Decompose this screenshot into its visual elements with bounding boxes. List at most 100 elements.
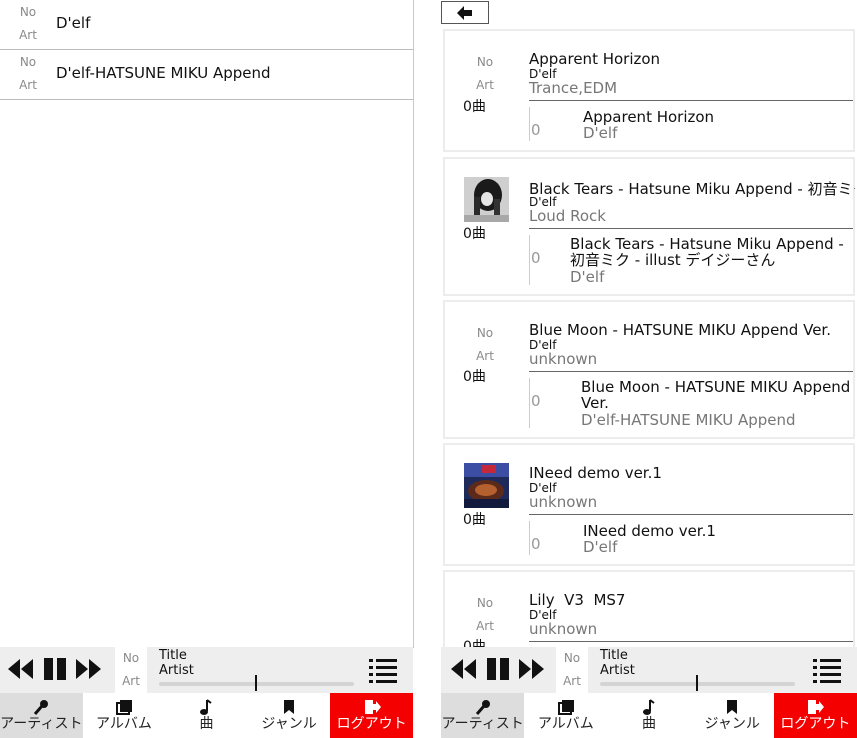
bottom-nav: アーティスト アルバム 曲 ジャンル ログアウト: [0, 693, 413, 738]
now-playing-artist: Artist: [600, 663, 635, 678]
album-separator: [529, 100, 853, 101]
now-playing-title: Title: [600, 648, 628, 663]
back-button[interactable]: [441, 1, 489, 24]
nav-song-label: 曲: [642, 716, 656, 732]
now-playing-no-art: No Art: [556, 647, 588, 693]
no-art-placeholder: No Art: [19, 55, 37, 92]
album-card[interactable]: 0曲 Black Tears - Hatsune Miku Append - 初…: [443, 157, 855, 296]
track-artist: D'elf: [583, 124, 618, 142]
nav-genre-label: ジャンル: [261, 716, 317, 732]
logout-button[interactable]: ログアウト: [773, 693, 857, 738]
nav-genre-label: ジャンル: [704, 716, 760, 732]
logout-label: ログアウト: [780, 716, 851, 732]
logout-button[interactable]: ログアウト: [330, 693, 413, 738]
album-title: INeed demo ver.1: [529, 464, 662, 482]
song-count: 0曲: [463, 226, 486, 242]
music-note-icon: [200, 699, 213, 715]
artist-name: D'elf: [56, 14, 91, 32]
seek-bar[interactable]: [600, 675, 795, 691]
track-divider: [529, 107, 530, 141]
album-card[interactable]: No Art 0曲 Apparent Horizon D'elf Trance,E…: [443, 29, 855, 152]
song-count: 0曲: [463, 99, 486, 115]
seek-thumb[interactable]: [254, 675, 257, 691]
track-artist: D'elf-HATSUNE MIKU Append: [581, 411, 796, 429]
pause-icon[interactable]: [42, 657, 68, 681]
fast-forward-icon[interactable]: [518, 657, 546, 681]
microphone-icon: [475, 700, 490, 715]
nav-album-label: アルバム: [537, 716, 594, 732]
album-genre: Loud Rock: [529, 207, 606, 225]
artist-name: D'elf-HATSUNE MIKU Append: [56, 64, 271, 82]
track-artist: D'elf: [583, 538, 618, 556]
track-title[interactable]: Black Tears - Hatsune Miku Append - 初音ミク …: [570, 236, 844, 268]
no-art-placeholder: No Art: [19, 5, 37, 42]
nav-genre-tab[interactable]: ジャンル: [248, 693, 331, 738]
nav-artist-tab[interactable]: アーティスト: [441, 693, 525, 738]
pane-divider: [413, 0, 414, 648]
song-count: 0曲: [463, 512, 486, 528]
track-title[interactable]: Blue Moon - HATSUNE MIKU Append Ver.: [581, 379, 850, 411]
artist-list-pane: No Art D'elf No Art D'elf-HATSUNE MIKU App…: [0, 0, 413, 738]
album-list-pane: No Art 0曲 Apparent Horizon D'elf Trance,E…: [441, 0, 857, 738]
track-artist: D'elf: [570, 268, 605, 286]
logout-icon: [808, 700, 825, 714]
album-genre: unknown: [529, 493, 598, 511]
no-art-placeholder: No Art: [476, 596, 494, 633]
queue-list-icon[interactable]: [813, 657, 841, 683]
now-playing-artist: Artist: [159, 663, 194, 678]
album-title: Apparent Horizon: [529, 50, 661, 68]
rewind-icon[interactable]: [449, 657, 477, 681]
nav-artist-tab[interactable]: アーティスト: [0, 693, 83, 738]
album-genre: unknown: [529, 620, 598, 638]
album-icon: [115, 700, 132, 715]
album-title: Lily V3 MS7: [529, 591, 626, 609]
album-icon: [557, 700, 574, 715]
pause-icon[interactable]: [485, 657, 511, 681]
album-card[interactable]: No Art 0曲 Blue Moon - HATSUNE MIKU Append…: [443, 300, 855, 439]
track-divider: [529, 235, 530, 285]
song-count: 0曲: [463, 369, 486, 385]
artist-list-item[interactable]: No Art D'elf: [0, 0, 413, 50]
album-genre: unknown: [529, 350, 598, 368]
bookmark-icon: [727, 700, 738, 714]
fast-forward-icon[interactable]: [75, 657, 103, 681]
now-playing-title: Title: [159, 648, 187, 663]
album-separator: [529, 641, 853, 642]
album-separator: [529, 228, 853, 229]
nav-song-tab[interactable]: 曲: [607, 693, 690, 738]
logout-label: ログアウト: [336, 716, 407, 732]
nav-genre-tab[interactable]: ジャンル: [691, 693, 774, 738]
player-bar: No Art Title Artist: [0, 647, 413, 693]
music-note-icon: [643, 699, 655, 715]
nav-song-label: 曲: [199, 716, 214, 732]
no-art-placeholder: No Art: [476, 326, 494, 363]
nav-song-tab[interactable]: 曲: [165, 693, 248, 738]
nav-artist-label: アーティスト: [0, 716, 83, 732]
rewind-icon[interactable]: [6, 657, 34, 681]
album-cover-image: [464, 177, 509, 222]
album-separator: [529, 371, 853, 372]
artist-list-item[interactable]: No Art D'elf-HATSUNE MIKU Append: [0, 50, 413, 100]
nav-album-tab[interactable]: アルバム: [83, 693, 166, 738]
bottom-nav: アーティスト アルバム 曲 ジャンル ログアウト: [441, 693, 857, 738]
arrow-left-icon: [457, 6, 472, 20]
now-playing-no-art: No Art: [115, 647, 147, 693]
track-number: 0: [531, 392, 541, 410]
no-art-placeholder: No Art: [476, 55, 494, 92]
logout-icon: [364, 700, 381, 714]
album-genre: Trance,EDM: [529, 79, 618, 97]
seek-thumb[interactable]: [695, 675, 698, 691]
track-divider: [529, 378, 530, 428]
track-number: 0: [531, 535, 541, 553]
nav-artist-label: アーティスト: [441, 716, 524, 732]
queue-list-icon[interactable]: [369, 657, 397, 683]
album-card[interactable]: 0曲 INeed demo ver.1 D'elf unknown 0 INee…: [443, 443, 855, 566]
player-bar: No Art Title Artist: [441, 647, 857, 693]
seek-bar[interactable]: [159, 675, 354, 691]
album-separator: [529, 514, 853, 515]
album-title: Blue Moon - HATSUNE MIKU Append Ver.: [529, 321, 831, 339]
track-divider: [529, 521, 530, 555]
album-cover-image: [464, 463, 509, 508]
nav-album-tab[interactable]: アルバム: [524, 693, 607, 738]
track-number: 0: [531, 249, 541, 267]
